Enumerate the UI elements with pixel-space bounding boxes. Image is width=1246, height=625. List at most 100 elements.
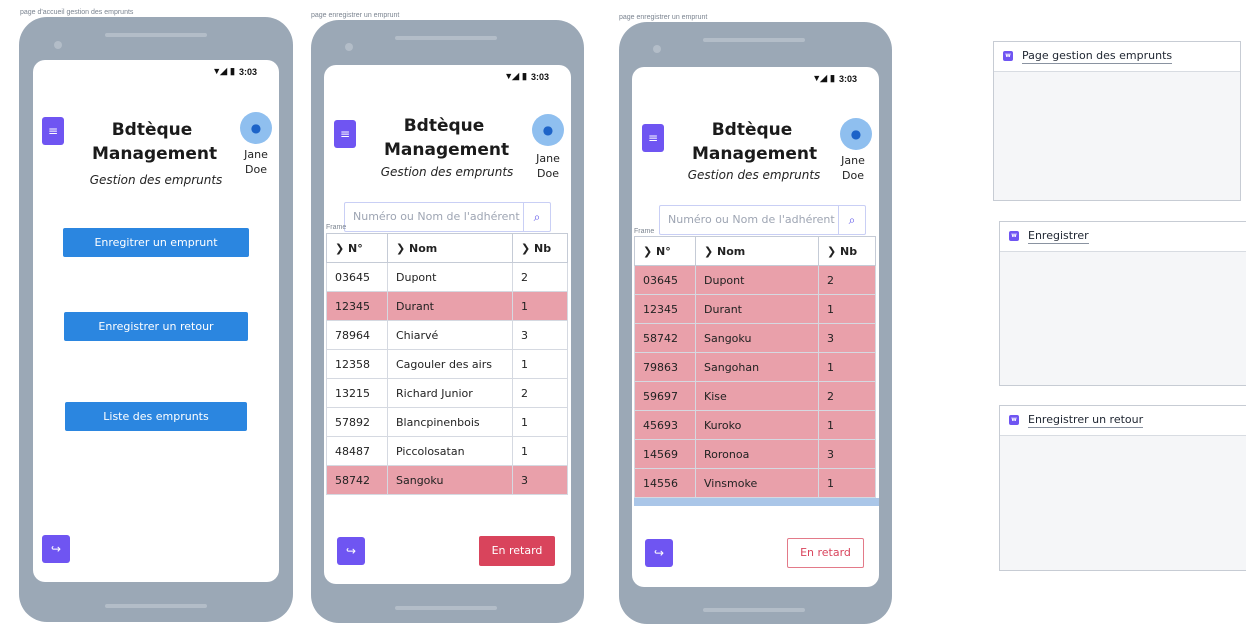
app-title-line1: Bdtèque — [711, 120, 793, 140]
panel-title[interactable]: Enregistrer — [1028, 229, 1089, 244]
user-icon: ● — [850, 127, 862, 141]
signal-icon: ▼◢ — [504, 71, 519, 81]
table-row[interactable]: 59697 Kise 2 — [634, 381, 876, 411]
phone-register-2: ▼◢ ▮ 3:03 ≡ Bdtèque Management Gestion d… — [619, 22, 892, 624]
cell-num: 12345 — [634, 294, 696, 324]
page-icon: w — [1003, 51, 1013, 61]
app-title-line2: Management — [384, 140, 510, 160]
col-header-num[interactable]: ❯ N° — [326, 233, 388, 263]
col-header-nom[interactable]: ❯ Nom — [695, 236, 819, 266]
col-header-nb[interactable]: ❯ Nb — [818, 236, 876, 266]
camera-icon — [345, 43, 353, 51]
register-return-button[interactable]: Enregistrer un retour — [64, 312, 248, 341]
table-row[interactable]: 14556 Vinsmoke 1 — [634, 468, 876, 498]
search-field[interactable]: Numéro ou Nom de l'adhérent ⌕ — [344, 202, 551, 232]
speaker-grille — [395, 36, 497, 40]
panel-header: w Page gestion des emprunts — [994, 42, 1240, 72]
menu-icon: ≡ — [47, 124, 59, 138]
menu-button[interactable]: ≡ — [334, 120, 356, 148]
loan-list-button[interactable]: Liste des emprunts — [65, 402, 247, 431]
user-name: Jane Doe — [238, 147, 274, 177]
col-header-nb[interactable]: ❯ Nb — [512, 233, 568, 263]
cell-num: 79863 — [634, 352, 696, 382]
home-bar — [395, 606, 497, 610]
speaker-grille — [105, 33, 207, 37]
menu-button[interactable]: ≡ — [642, 124, 664, 152]
cell-nom: Kise — [695, 381, 819, 411]
menu-icon: ≡ — [339, 127, 351, 141]
cell-nom: Vinsmoke — [695, 468, 819, 498]
app-title: Bdtèque Management — [384, 114, 510, 162]
table-row[interactable]: 48487 Piccolosatan 1 — [326, 436, 568, 466]
panel-enregistrer-retour[interactable]: w Enregistrer un retour — [999, 405, 1246, 571]
table-row[interactable]: 13215 Richard Junior 2 — [326, 378, 568, 408]
app-title-line1: Bdtèque — [111, 120, 193, 140]
register-loan-button[interactable]: Enregitrer un emprunt — [63, 228, 249, 257]
cell-nom: Durant — [695, 294, 819, 324]
search-input[interactable]: Numéro ou Nom de l'adhérent — [668, 213, 835, 226]
cell-nom: Durant — [387, 291, 513, 321]
app-subtitle: Gestion des emprunts — [89, 173, 223, 187]
table-row[interactable]: 45693 Kuroko 1 — [634, 410, 876, 440]
table-row[interactable]: 03645 Dupont 2 — [326, 262, 568, 292]
cell-nom: Cagouler des airs — [387, 349, 513, 379]
cell-num: 03645 — [326, 262, 388, 292]
cell-nb: 3 — [818, 323, 876, 353]
avatar[interactable]: ● — [240, 112, 272, 144]
col-header-num[interactable]: ❯ N° — [634, 236, 696, 266]
signal-icon: ▼◢ — [812, 73, 827, 83]
table-row[interactable]: 12358 Cagouler des airs 1 — [326, 349, 568, 379]
table-row[interactable]: 57892 Blancpinenbois 1 — [326, 407, 568, 437]
phone-home: ▼◢ ▮ 3:03 ≡ Bdtèque Management Gestion d… — [19, 17, 293, 622]
panel-page-gestion[interactable]: w Page gestion des emprunts — [993, 41, 1241, 201]
cell-num: 14556 — [634, 468, 696, 498]
panel-title[interactable]: Page gestion des emprunts — [1022, 49, 1173, 64]
cell-nb: 3 — [818, 439, 876, 469]
page-icon: w — [1009, 231, 1019, 241]
table-scroll-edge — [634, 498, 879, 506]
table-frame-label: Frame — [326, 224, 347, 231]
table-row[interactable]: 14569 Roronoa 3 — [634, 439, 876, 469]
cell-num: 03645 — [634, 265, 696, 295]
avatar[interactable]: ● — [840, 118, 872, 150]
menu-button[interactable]: ≡ — [42, 117, 64, 145]
cell-nom: Kuroko — [695, 410, 819, 440]
cell-nb: 1 — [818, 294, 876, 324]
cell-nb: 1 — [818, 352, 876, 382]
cell-nom: Chiarvé — [387, 320, 513, 350]
exit-button[interactable]: ↪ — [337, 537, 365, 565]
panel-title[interactable]: Enregistrer un retour — [1028, 413, 1144, 428]
user-last-name: Doe — [537, 167, 559, 180]
late-button[interactable]: En retard — [479, 536, 555, 566]
exit-arrow-icon: ↪ — [50, 542, 62, 556]
exit-button[interactable]: ↪ — [645, 539, 673, 567]
exit-button[interactable]: ↪ — [42, 535, 70, 563]
search-icon[interactable]: ⌕ — [523, 203, 550, 231]
table-row[interactable]: 78964 Chiarvé 3 — [326, 320, 568, 350]
search-icon[interactable]: ⌕ — [838, 206, 865, 234]
table-row[interactable]: 58742 Sangoku 3 — [634, 323, 876, 353]
cell-nb: 3 — [512, 465, 568, 495]
search-field[interactable]: Numéro ou Nom de l'adhérent ⌕ — [659, 205, 866, 235]
table-row[interactable]: 79863 Sangohan 1 — [634, 352, 876, 382]
battery-icon: ▮ — [830, 73, 835, 83]
table-row[interactable]: 12345 Durant 1 — [634, 294, 876, 324]
cell-num: 13215 — [326, 378, 388, 408]
cell-nom: Roronoa — [695, 439, 819, 469]
late-button-active[interactable]: En retard — [787, 538, 864, 568]
loans-table: ❯ N° ❯ Nom ❯ Nb 03645 Dupont 2 12345 Durant 1… — [326, 233, 568, 495]
screen-register-2: ▼◢ ▮ 3:03 ≡ Bdtèque Management Gestion d… — [632, 67, 879, 587]
user-last-name: Doe — [842, 169, 864, 182]
search-input[interactable]: Numéro ou Nom de l'adhérent — [353, 210, 520, 223]
avatar[interactable]: ● — [532, 114, 564, 146]
table-row[interactable]: 12345 Durant 1 — [326, 291, 568, 321]
panel-enregistrer[interactable]: w Enregistrer — [999, 221, 1246, 386]
battery-icon: ▮ — [522, 71, 527, 81]
table-row[interactable]: 03645 Dupont 2 — [634, 265, 876, 295]
col-header-nom[interactable]: ❯ Nom — [387, 233, 513, 263]
app-subtitle: Gestion des emprunts — [380, 165, 514, 179]
cell-num: 12345 — [326, 291, 388, 321]
table-row[interactable]: 58742 Sangoku 3 — [326, 465, 568, 495]
user-icon: ● — [542, 123, 554, 137]
cell-nb: 2 — [512, 262, 568, 292]
